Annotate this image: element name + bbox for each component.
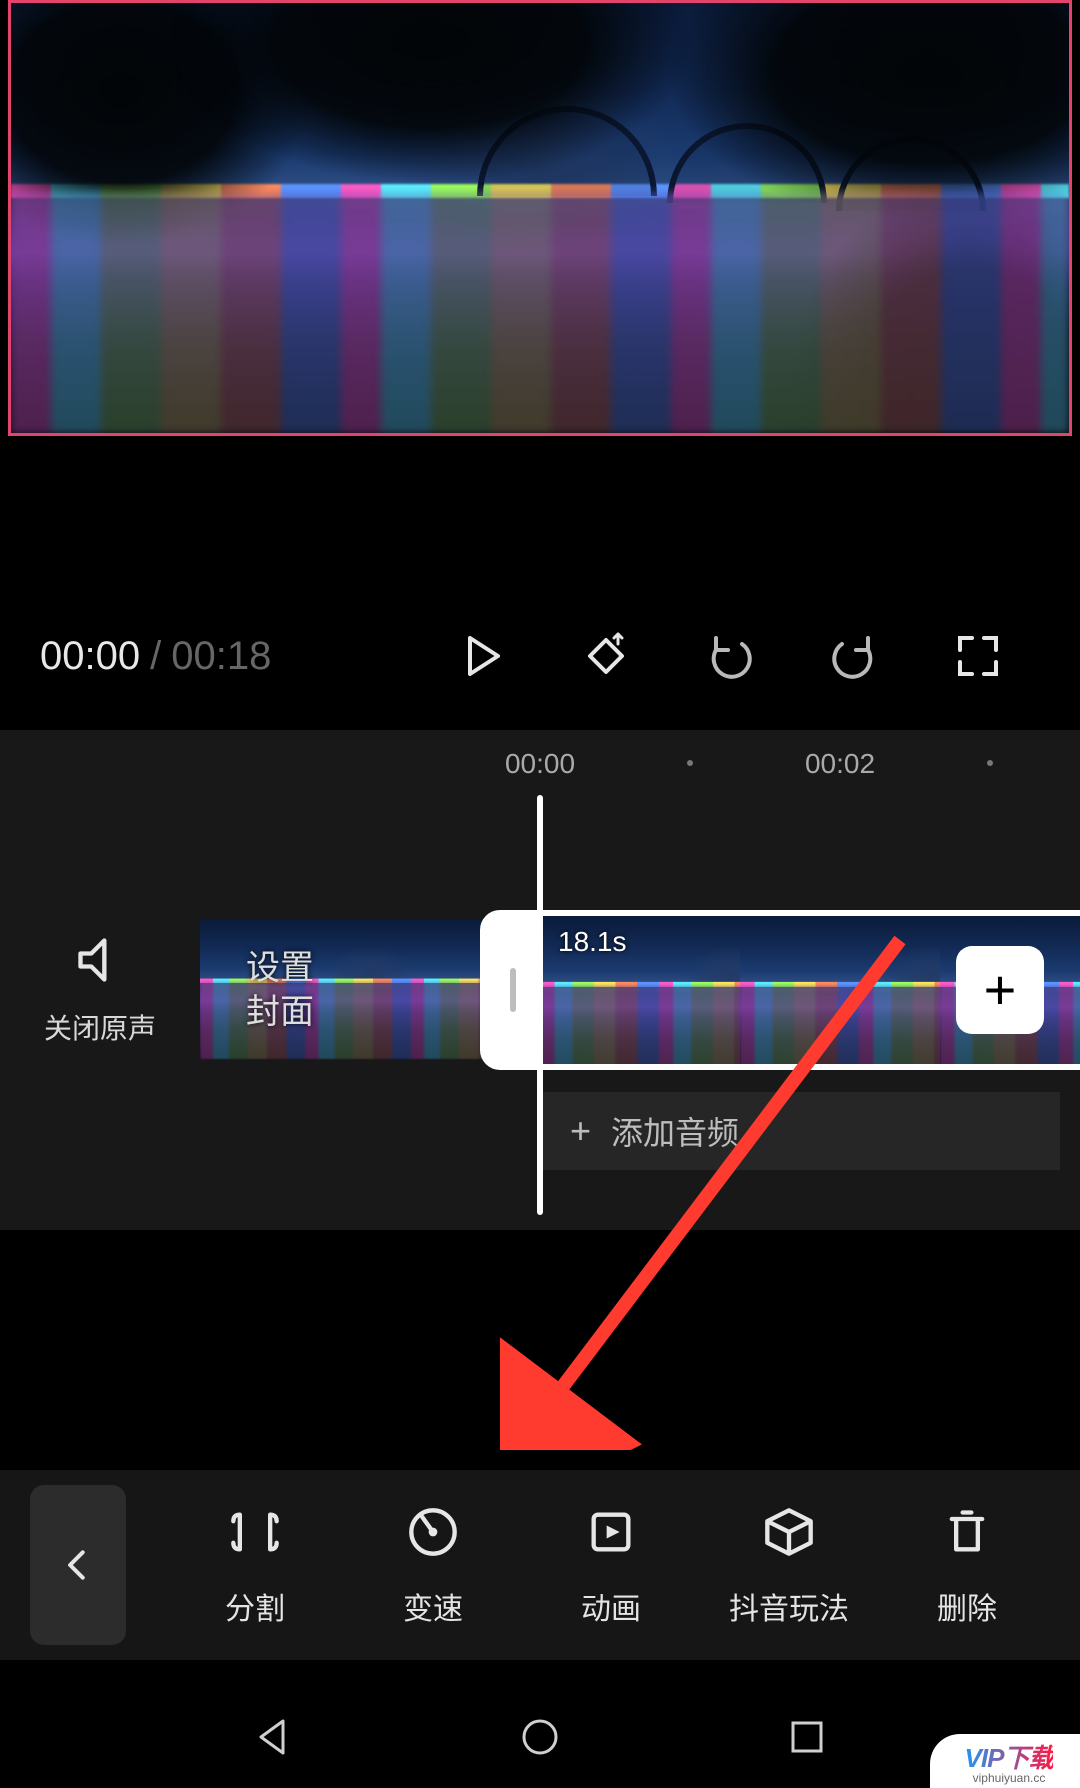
circle-home-icon <box>516 1713 564 1761</box>
tool-label: 删除 <box>937 1584 997 1628</box>
tool-speed[interactable]: 变速 <box>358 1502 508 1628</box>
tool-label: 分割 <box>225 1584 285 1628</box>
cube-icon <box>759 1502 819 1562</box>
preview-image <box>11 3 1069 433</box>
add-clip-button[interactable]: + <box>956 946 1044 1034</box>
system-back-button[interactable] <box>249 1713 297 1766</box>
ruler-dot <box>987 760 993 766</box>
undo-button[interactable] <box>694 620 766 692</box>
play-icon <box>458 632 506 680</box>
clip-strip[interactable]: 18.1s + <box>360 916 1080 1064</box>
timeline-ruler[interactable]: 00:00 00:02 <box>0 730 1080 790</box>
plus-icon: + <box>570 1110 591 1152</box>
set-cover-button[interactable]: 设置封面 <box>200 920 360 1060</box>
tool-label: 动画 <box>581 1584 641 1628</box>
time-separator: / <box>150 634 161 679</box>
time-total: 00:18 <box>171 634 271 679</box>
tool-label: 抖音玩法 <box>729 1584 849 1628</box>
speed-gauge-icon <box>403 1502 463 1562</box>
tool-label: 变速 <box>403 1584 463 1628</box>
add-audio-button[interactable]: + 添加音频 <box>540 1092 1060 1170</box>
toolbar-back-button[interactable] <box>30 1485 126 1645</box>
clip-duration-label: 18.1s <box>558 926 627 958</box>
plus-icon: + <box>984 962 1017 1018</box>
redo-button[interactable] <box>818 620 890 692</box>
fullscreen-button[interactable] <box>942 620 1014 692</box>
preview-frame <box>8 0 1072 436</box>
redo-icon <box>830 632 878 680</box>
ruler-mark: 00:00 <box>505 748 575 780</box>
tool-split[interactable]: 分割 <box>180 1502 330 1628</box>
mute-original-audio-button[interactable]: 关闭原声 <box>0 934 200 1047</box>
triangle-back-icon <box>249 1713 297 1761</box>
keyframe-diamond-icon <box>582 632 630 680</box>
watermark-brand: VIP下载 <box>965 1738 1054 1775</box>
system-recents-button[interactable] <box>783 1713 831 1766</box>
mute-label: 关闭原声 <box>0 1007 200 1047</box>
ruler-mark: 00:02 <box>805 748 875 780</box>
add-audio-label: 添加音频 <box>611 1108 739 1154</box>
keyframe-button[interactable] <box>570 620 642 692</box>
square-recents-icon <box>783 1713 831 1761</box>
play-button[interactable] <box>446 620 518 692</box>
watermark: VIP下载 viphuiyuan.cc <box>930 1734 1080 1788</box>
speaker-icon <box>74 934 126 986</box>
ruler-dot <box>687 760 693 766</box>
trash-icon <box>937 1502 997 1562</box>
time-current: 00:00 <box>40 634 140 679</box>
tool-animation[interactable]: 动画 <box>536 1502 686 1628</box>
cover-label: 设置封面 <box>246 946 314 1034</box>
undo-icon <box>706 632 754 680</box>
tool-delete[interactable]: 删除 <box>892 1502 1042 1628</box>
transport-bar: 00:00 / 00:18 <box>0 620 1080 692</box>
video-preview[interactable] <box>0 0 1080 440</box>
watermark-url: viphuiyuan.cc <box>973 1771 1046 1785</box>
chevron-left-icon <box>59 1546 97 1584</box>
edit-toolbar: 分割 变速 动画 抖音玩法 删除 <box>0 1470 1080 1660</box>
split-icon <box>225 1502 285 1562</box>
clip-trim-handle-left[interactable] <box>486 916 540 1064</box>
animation-icon <box>581 1502 641 1562</box>
tool-douyin-effects[interactable]: 抖音玩法 <box>714 1502 864 1628</box>
system-navigation-bar <box>0 1690 1080 1788</box>
system-home-button[interactable] <box>516 1713 564 1766</box>
fullscreen-icon <box>954 632 1002 680</box>
playhead[interactable] <box>537 795 543 1215</box>
